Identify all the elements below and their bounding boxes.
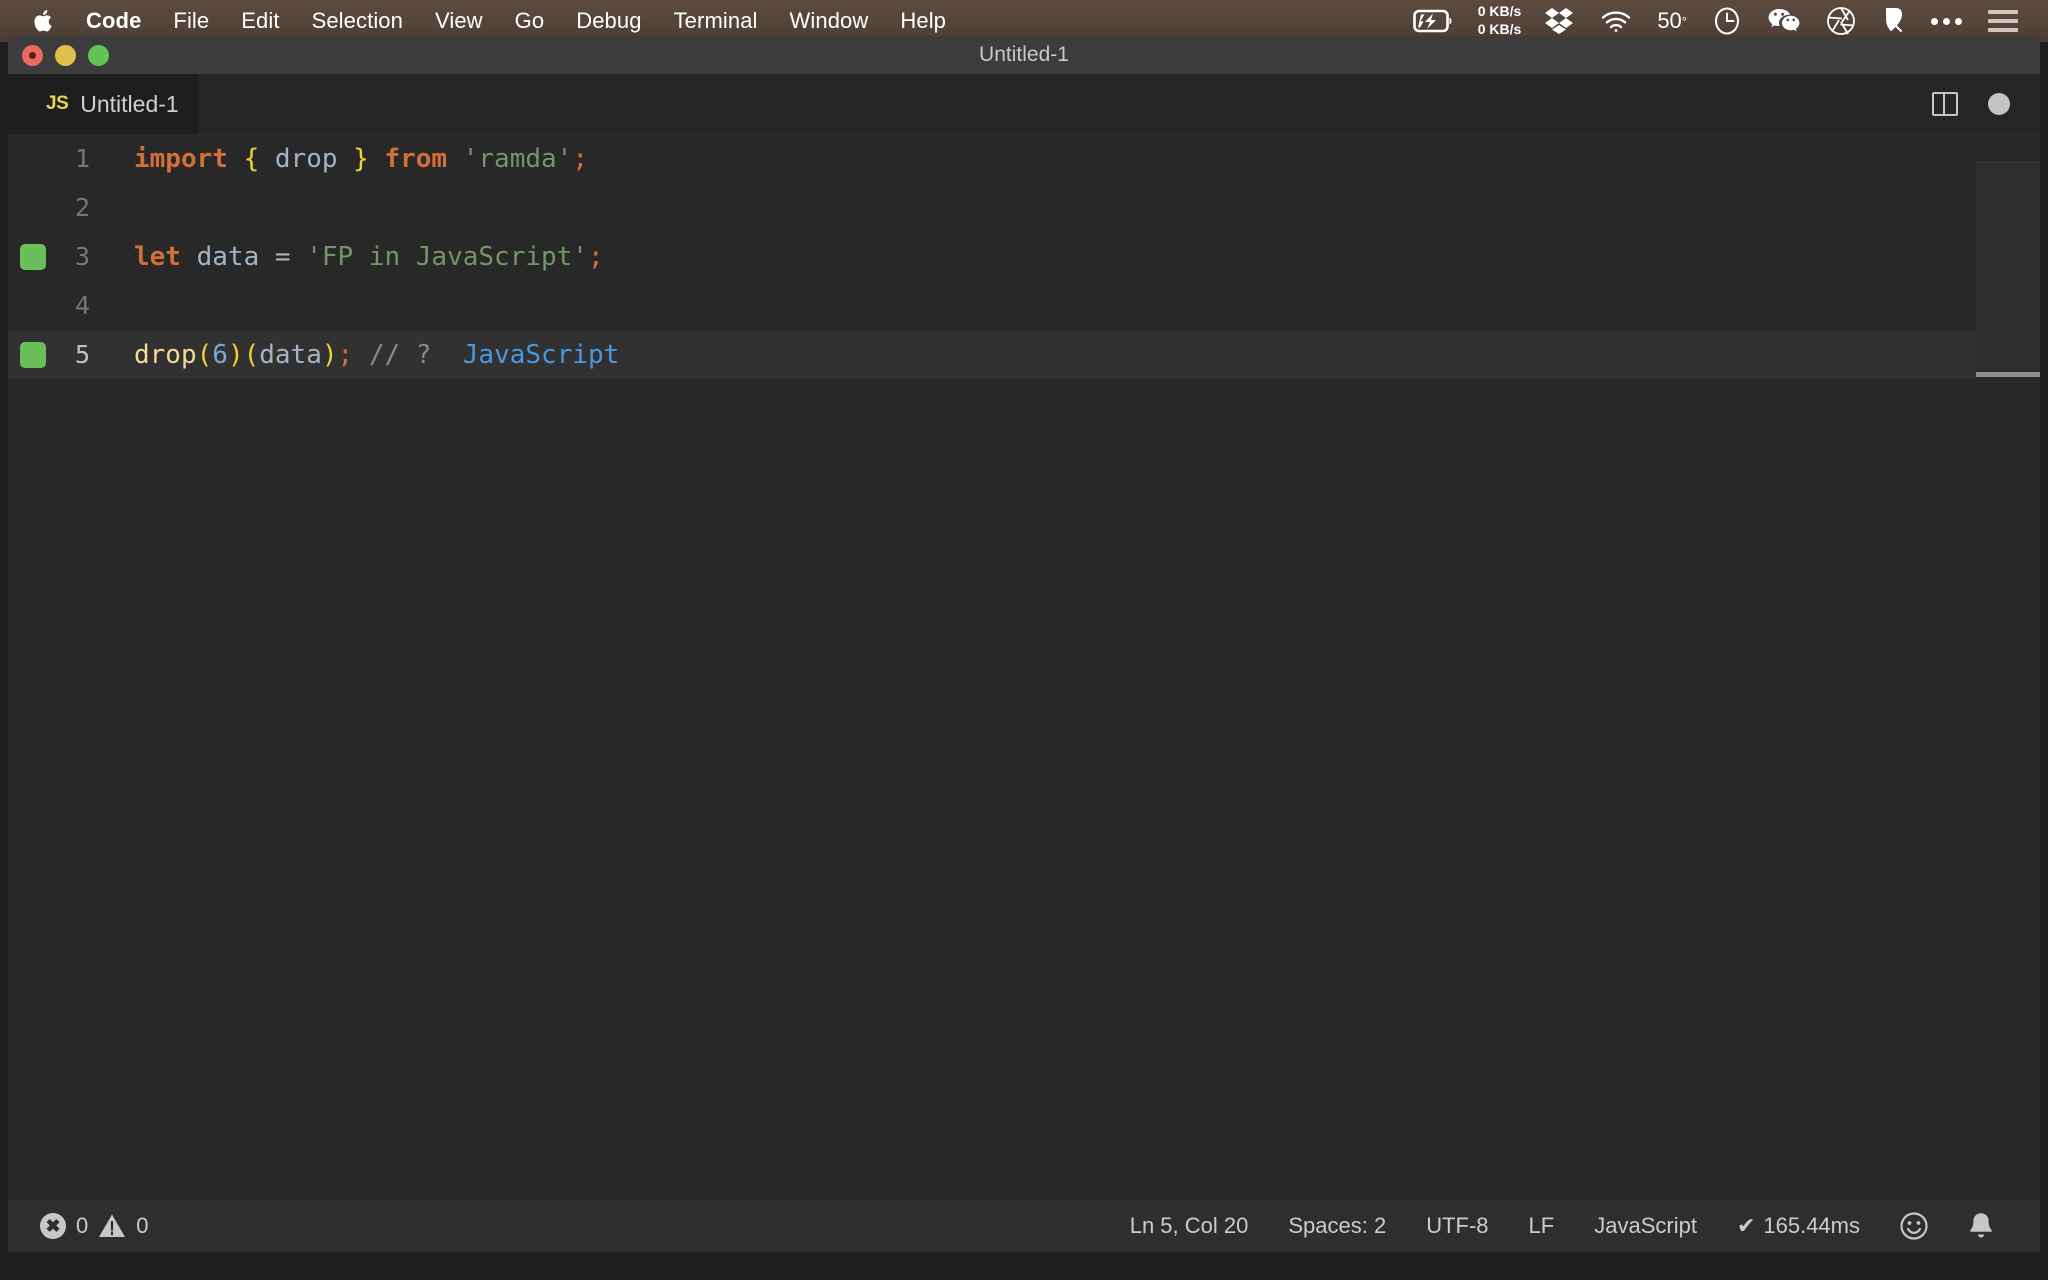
feedback-button[interactable] bbox=[1880, 1212, 1948, 1240]
window-close-button[interactable] bbox=[22, 44, 43, 66]
problems-status[interactable]: ✖ 0 0 bbox=[34, 1213, 155, 1239]
line-number: 2 bbox=[74, 193, 90, 222]
editor-minimap[interactable] bbox=[1976, 134, 2040, 1200]
code-token: data bbox=[259, 339, 322, 370]
temperature-value: 50 bbox=[1657, 8, 1682, 33]
language-mode-status[interactable]: JavaScript bbox=[1574, 1213, 1717, 1239]
smiley-icon bbox=[1900, 1212, 1928, 1240]
code-token: = bbox=[274, 241, 291, 272]
code-token: 'ramda' bbox=[462, 143, 573, 174]
code-token: ; bbox=[572, 143, 588, 174]
code-token: import bbox=[134, 143, 228, 174]
network-upload-speed: 0 KB/s bbox=[1477, 3, 1522, 20]
indentation-status[interactable]: Spaces: 2 bbox=[1268, 1213, 1406, 1239]
window-minimize-button[interactable] bbox=[55, 44, 76, 66]
javascript-file-icon: JS bbox=[46, 93, 69, 114]
code-token: ; bbox=[587, 241, 604, 272]
editor-actions bbox=[1932, 74, 2040, 134]
code-token: ; bbox=[337, 339, 354, 370]
code-token: ( bbox=[196, 339, 213, 370]
line-number: 4 bbox=[74, 291, 90, 320]
code-token: from bbox=[384, 143, 448, 174]
code-line[interactable]: 3 let data = 'FP in JavaScript'; bbox=[8, 232, 2040, 281]
ellipsis-dot bbox=[1943, 17, 1950, 25]
code-line[interactable]: 5 drop(6)(data); // ? JavaScript bbox=[8, 330, 2040, 379]
code-token: ) bbox=[321, 339, 338, 370]
window-traffic-lights bbox=[8, 44, 109, 66]
code-token: { bbox=[243, 143, 260, 174]
list-line bbox=[1988, 28, 2018, 32]
list-line bbox=[1988, 19, 2018, 23]
unsaved-dot-icon[interactable] bbox=[1988, 93, 2010, 115]
warning-triangle-icon bbox=[99, 1214, 126, 1237]
editor-tab-untitled-1[interactable]: JS Untitled-1 bbox=[8, 74, 199, 134]
error-circle-icon: ✖ bbox=[40, 1213, 66, 1239]
code-token: 'FP in JavaScript' bbox=[306, 241, 588, 272]
code-text: drop(6)(data); // ? JavaScript bbox=[116, 340, 619, 370]
code-token: JavaScript bbox=[462, 339, 620, 370]
ellipsis-dot bbox=[1955, 17, 1962, 25]
code-editor[interactable]: 1 import { drop } from 'ramda'; 2 3 let data… bbox=[8, 134, 2040, 1200]
eol-status[interactable]: LF bbox=[1509, 1213, 1575, 1239]
editor-tab-label: Untitled-1 bbox=[80, 90, 179, 117]
window-title: Untitled-1 bbox=[979, 43, 1069, 66]
warning-count: 0 bbox=[136, 1213, 149, 1238]
list-line bbox=[1988, 10, 2018, 14]
status-bar: ✖ 0 0 Ln 5, Col 20 Spaces: 2 UTF-8 LF Ja… bbox=[8, 1200, 2040, 1252]
code-text: import { drop } from 'ramda'; bbox=[116, 144, 588, 174]
split-editor-icon[interactable] bbox=[1932, 92, 1958, 116]
run-time: 165.44ms bbox=[1763, 1213, 1860, 1238]
minimap-slider[interactable] bbox=[1976, 162, 2040, 372]
cursor-position-status[interactable]: Ln 5, Col 20 bbox=[1110, 1213, 1269, 1239]
code-token: let bbox=[134, 241, 181, 272]
code-token: ) bbox=[227, 339, 244, 370]
execution-marker-icon bbox=[20, 342, 46, 368]
temperature-unit: ° bbox=[1681, 13, 1687, 29]
code-line[interactable]: 4 bbox=[8, 281, 2040, 330]
code-token: } bbox=[353, 143, 369, 174]
ellipsis-dot bbox=[1931, 17, 1938, 25]
error-count: 0 bbox=[76, 1213, 89, 1238]
window-title-bar: Untitled-1 bbox=[8, 36, 2040, 74]
window-maximize-button[interactable] bbox=[88, 44, 109, 66]
status-bar-left: ✖ 0 0 bbox=[8, 1213, 155, 1239]
code-token: data bbox=[180, 241, 275, 272]
notifications-button[interactable] bbox=[1948, 1211, 2014, 1241]
vscode-window: Untitled-1 JS Untitled-1 1 import { drop … bbox=[8, 36, 2040, 1280]
execution-marker-icon bbox=[20, 244, 46, 270]
code-token: drop bbox=[134, 339, 197, 370]
code-token: ( bbox=[243, 339, 260, 370]
status-bar-right: Ln 5, Col 20 Spaces: 2 UTF-8 LF JavaScri… bbox=[1110, 1211, 2040, 1241]
code-token: 6 bbox=[212, 339, 228, 370]
minimap-current-line bbox=[1976, 372, 2040, 377]
code-text: let data = 'FP in JavaScript'; bbox=[116, 242, 604, 272]
code-line[interactable]: 2 bbox=[8, 183, 2040, 232]
code-token: // ? bbox=[368, 339, 432, 370]
code-line[interactable]: 1 import { drop } from 'ramda'; bbox=[8, 134, 2040, 183]
code-lines: 1 import { drop } from 'ramda'; 2 3 let data… bbox=[8, 134, 2040, 379]
line-number: 1 bbox=[74, 144, 90, 173]
encoding-status[interactable]: UTF-8 bbox=[1406, 1213, 1508, 1239]
code-token: drop bbox=[259, 143, 354, 174]
bell-icon bbox=[1970, 1213, 1992, 1238]
check-icon: ✔ bbox=[1736, 1213, 1756, 1238]
quokka-run-status[interactable]: ✔ 165.44ms bbox=[1717, 1213, 1880, 1239]
editor-tab-bar: JS Untitled-1 bbox=[8, 74, 2040, 134]
